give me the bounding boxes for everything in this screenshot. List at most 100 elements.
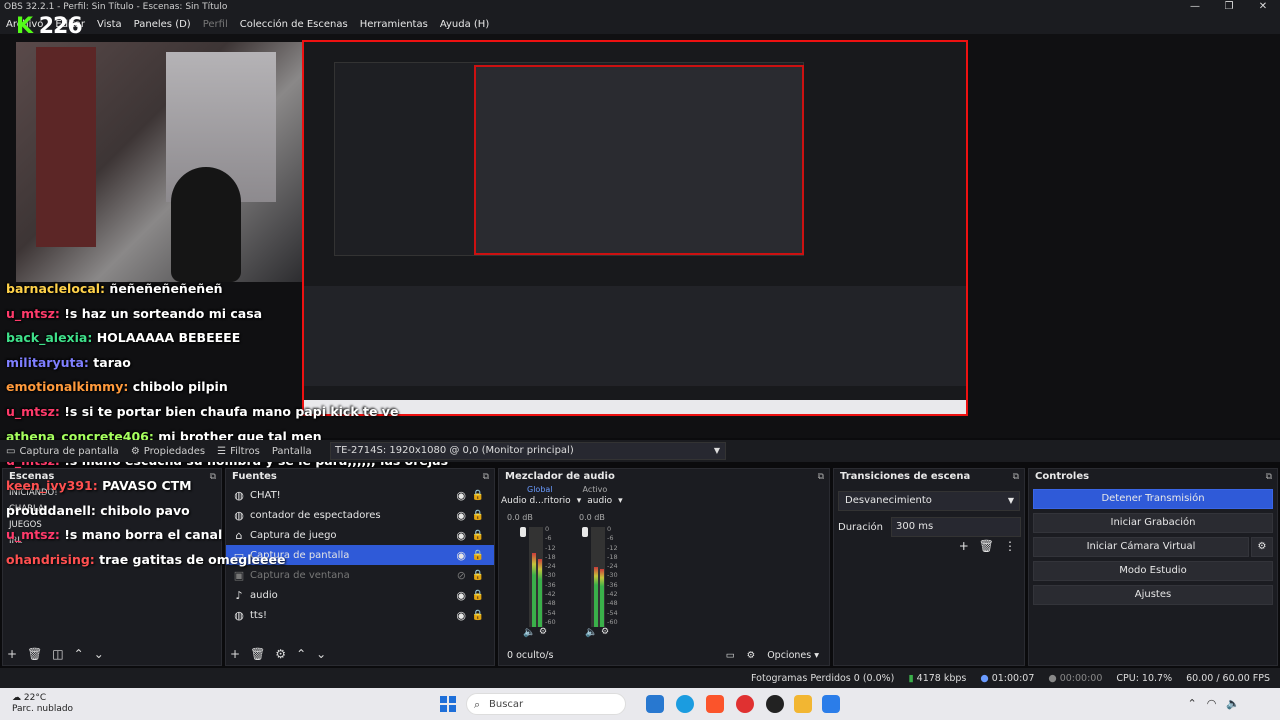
filters-button[interactable]: ☰ Filtros [211,446,266,457]
close-icon[interactable]: ✕ [1246,0,1280,14]
meter-tick: 0 [545,525,550,533]
speaker-icon[interactable]: 🔈 [1226,697,1240,710]
chat-message: militaryuta: tarao [6,351,448,376]
chevron-up-icon[interactable]: ⌃ [1187,697,1196,710]
tab-active[interactable]: Activo [583,485,608,494]
obs-icon[interactable] [766,695,784,713]
taskbar-search[interactable]: ⌕ Buscar [466,693,626,715]
gear-icon[interactable]: ⚙ [601,627,609,637]
lock-icon[interactable]: 🔒 [472,610,484,621]
more-icon[interactable]: ⋮ [1004,539,1016,553]
volume-meter [529,527,543,627]
properties-button[interactable]: ⚙ Propiedades [125,446,211,457]
popout-icon[interactable]: ⧉ [1266,469,1272,485]
channel-name[interactable]: audio [587,496,612,506]
kick-viewer-count: 226 [38,14,83,39]
speaker-icon[interactable]: 🔈 [585,627,597,638]
system-tray: ⌃ ◠ 🔈 [1187,697,1240,710]
gear-icon[interactable]: ⚙ [275,647,286,661]
menu-item[interactable]: Colección de Escenas [234,19,354,30]
dropped-frames: Fotogramas Perdidos 0 (0.0%) [751,672,895,684]
source-item[interactable]: ◍ tts! ◉ 🔒 [226,605,494,625]
brave-icon[interactable] [706,695,724,713]
eye-icon[interactable]: ◉ [456,549,466,562]
chat-text: trae gatitas de omegleeee [99,551,286,567]
scenes-toolbar: + 🗑 ◫ ⌃ ⌄ [7,647,104,661]
chat-username: militaryuta: [6,354,89,370]
gear-icon[interactable]: ⚙ [747,650,756,661]
gear-icon[interactable]: ⚙ [539,627,547,637]
chat-text: !s si te portar bien chaufa mano papi ki… [64,403,399,419]
add-icon[interactable]: + [7,647,17,661]
popout-icon[interactable]: ⧉ [1013,469,1019,485]
lock-icon[interactable]: 🔒 [472,530,484,541]
chevron-up-icon[interactable]: ⌃ [296,647,306,661]
lock-icon[interactable]: 🔒 [472,510,484,521]
lock-icon[interactable]: 🔒 [472,590,484,601]
speaker-icon[interactable]: 🔈 [523,627,535,638]
chevron-down-icon[interactable]: ⌄ [316,647,326,661]
opera-icon[interactable] [736,695,754,713]
store-icon[interactable] [822,695,840,713]
duration-input[interactable]: 300 ms [891,517,1022,537]
channel-name[interactable]: Audio d...ritorio [501,496,571,506]
eye-icon[interactable]: ◉ [456,509,466,522]
volume-meter [591,527,605,627]
eye-icon[interactable]: ◉ [456,489,466,502]
eye-icon[interactable]: ◉ [456,589,466,602]
outlook-icon[interactable] [646,695,664,713]
tab-global[interactable]: Global [527,485,553,494]
layout-icon[interactable]: ▭ [726,650,735,661]
stream-time: 01:00:07 [991,672,1035,684]
chat-message: u_mtsz: !s mano borra el canal [6,523,285,548]
menu-item[interactable]: Vista [91,19,128,30]
options-button[interactable]: Opciones ▾ [767,650,819,661]
trash-icon[interactable]: 🗑 [250,647,265,661]
windows-start-icon[interactable] [440,696,456,712]
wifi-icon[interactable]: ◠ [1207,697,1217,710]
chat-username: u_mtsz: [6,403,60,419]
menu-item[interactable]: Herramientas [354,19,434,30]
lock-icon[interactable]: 🔒 [472,570,484,581]
file-explorer-icon[interactable] [794,695,812,713]
studio-mode-button[interactable]: Modo Estudio [1033,561,1273,581]
source-item[interactable]: ♪ audio ◉ 🔒 [226,585,494,605]
eye-icon[interactable]: ◉ [456,609,466,622]
eye-icon[interactable]: ◉ [456,529,466,542]
menu-item[interactable]: Ayuda (H) [434,19,495,30]
volume-slider[interactable] [520,527,526,537]
popout-icon[interactable]: ⧉ [818,469,824,485]
chevron-down-icon[interactable]: ▾ [618,496,623,506]
meter-tick: -36 [607,580,618,589]
popout-icon[interactable]: ⧉ [483,469,489,485]
chevron-down-icon[interactable]: ▾ [577,496,582,506]
start-recording-button[interactable]: Iniciar Grabación [1033,513,1273,533]
weather-widget[interactable]: ☁ 22°C Parc. nublado [12,693,73,715]
chevron-down-icon[interactable]: ⌄ [94,647,104,661]
trash-icon[interactable]: 🗑 [27,647,42,661]
menu-item[interactable]: Paneles (D) [128,19,197,30]
lock-icon[interactable]: 🔒 [472,490,484,501]
record-time: 00:00:00 [1059,672,1103,684]
screen-select[interactable]: TE-2714S: 1920x1080 @ 0,0 (Monitor princ… [330,442,726,460]
volume-slider[interactable] [582,527,588,537]
maximize-icon[interactable]: ❐ [1212,0,1246,14]
channel-db: 0.0 dB [579,513,605,522]
filter-icon[interactable]: ◫ [52,647,63,661]
webcam-feed [16,42,306,282]
add-icon[interactable]: + [959,539,969,553]
lock-icon[interactable]: 🔒 [472,550,484,561]
trash-icon[interactable]: 🗑 [979,539,994,553]
edge-icon[interactable] [676,695,694,713]
stop-stream-button[interactable]: Detener Transmisión [1033,489,1273,509]
settings-button[interactable]: Ajustes [1033,585,1273,605]
chevron-up-icon[interactable]: ⌃ [74,647,84,661]
menu-item[interactable]: Perfil [197,19,234,30]
transition-select[interactable]: Desvanecimiento ▼ [838,491,1020,511]
minimize-icon[interactable]: — [1178,0,1212,14]
bitrate: 4178 kbps [916,672,967,684]
eye-off-icon[interactable]: ⊘ [457,569,466,582]
start-virtual-camera-button[interactable]: Iniciar Cámara Virtual [1033,537,1249,557]
add-icon[interactable]: + [230,647,240,661]
gear-icon[interactable]: ⚙ [1251,537,1273,557]
